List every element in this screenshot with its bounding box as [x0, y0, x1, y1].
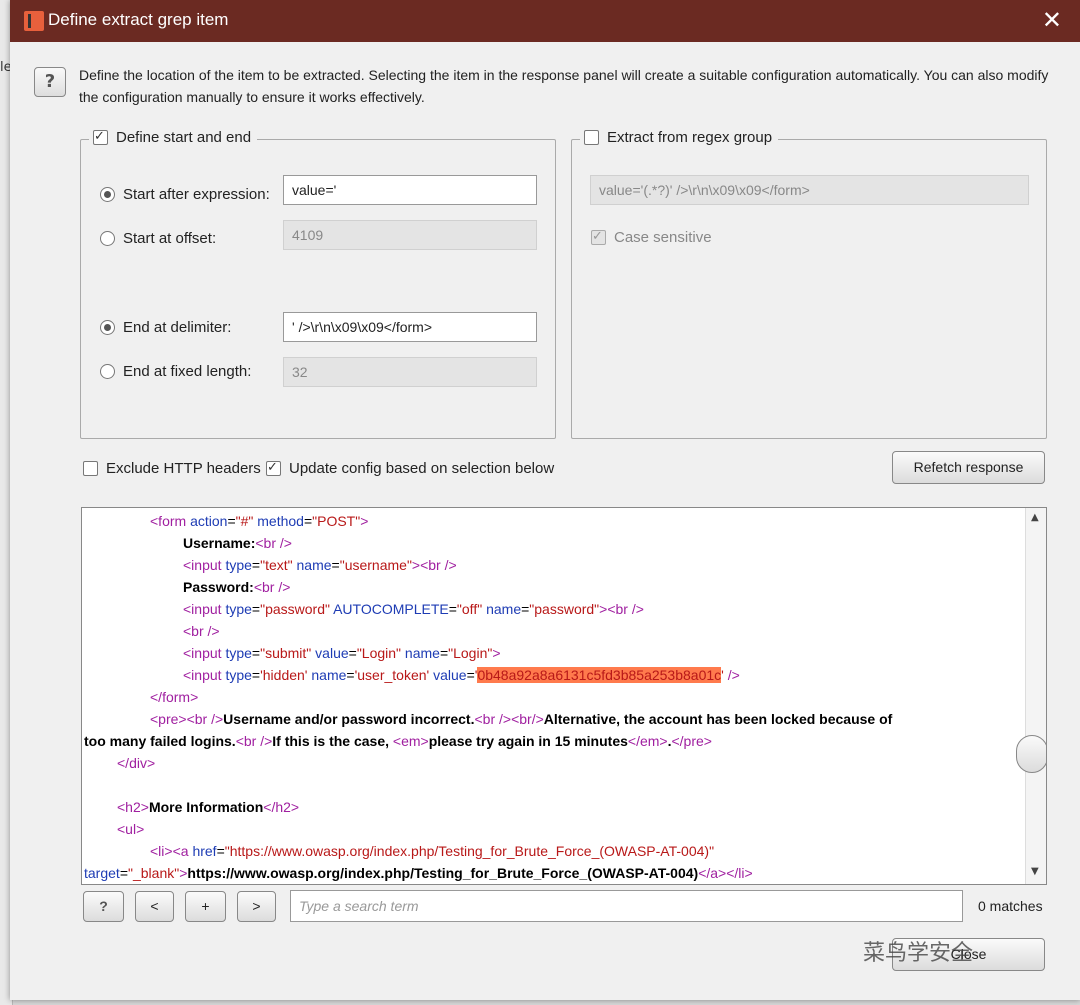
end-delimiter-option[interactable]: End at delimiter:: [100, 319, 231, 336]
start-offset-label: Start at offset:: [123, 230, 217, 247]
response-viewer[interactable]: <form action="#" method="POST"> Username…: [81, 507, 1047, 885]
end-fixed-length-label: End at fixed length:: [123, 363, 252, 380]
start-offset-option[interactable]: Start at offset:: [100, 230, 216, 247]
update-config-option[interactable]: Update config based on selection below: [266, 459, 555, 477]
scroll-down-icon[interactable]: ▼: [1031, 866, 1039, 877]
regex-group-title: Extract from regex group: [580, 129, 779, 146]
refetch-response-button[interactable]: Refetch response: [892, 451, 1045, 484]
intro-text: Define the location of the item to be ex…: [79, 67, 1049, 105]
scrollbar-thumb[interactable]: [1016, 735, 1046, 773]
code-line-link-cont: target="_blank">https://www.owasp.org/in…: [84, 865, 753, 881]
regex-group-checkbox[interactable]: [584, 130, 599, 145]
code-line: <input type="submit" value="Login" name=…: [183, 645, 501, 661]
update-config-checkbox[interactable]: [266, 459, 281, 476]
search-add-button[interactable]: +: [185, 891, 226, 922]
start-offset-radio[interactable]: [100, 231, 115, 246]
end-delimiter-radio[interactable]: [100, 320, 115, 335]
watermark: 菜鸟学安全: [863, 941, 974, 966]
end-fixed-length-option[interactable]: End at fixed length:: [100, 363, 251, 380]
search-input[interactable]: Type a search term: [290, 890, 963, 922]
code-line-heading: <h2>More Information</h2>: [117, 799, 300, 815]
code-line: </div>: [117, 755, 156, 771]
end-fixed-length-radio[interactable]: [100, 364, 115, 379]
title-bar: Define extract grep item ✕: [10, 0, 1080, 42]
code-line-link: <li><a href="https://www.owasp.org/index…: [150, 843, 715, 859]
code-line: <input type="password" AUTOCOMPLETE="off…: [183, 601, 644, 617]
burp-app-icon: [24, 11, 44, 31]
define-start-end-label: Define start and end: [116, 129, 252, 146]
start-after-option[interactable]: Start after expression:: [100, 186, 270, 203]
start-after-radio[interactable]: [100, 187, 115, 202]
search-help-button[interactable]: ?: [83, 891, 124, 922]
code-line-error-cont: too many failed logins.<br />If this is …: [84, 733, 712, 749]
close-icon[interactable]: ✕: [1042, 6, 1062, 34]
code-line-token: <input type='hidden' name='user_token' v…: [183, 667, 740, 683]
selected-token[interactable]: 0b48a92a8a6131c5fd3b85a253b8a01c: [477, 667, 722, 683]
exclude-headers-label: Exclude HTTP headers: [106, 460, 261, 477]
end-delimiter-label: End at delimiter:: [123, 319, 232, 336]
code-line-username: Username:<br />: [183, 535, 292, 551]
code-line: </form>: [150, 689, 199, 705]
scroll-up-icon[interactable]: ▲: [1031, 512, 1039, 523]
start-after-input[interactable]: value=': [283, 175, 537, 205]
case-sensitive-checkbox[interactable]: [591, 228, 606, 245]
end-fixed-length-input[interactable]: 32: [283, 357, 537, 387]
exclude-headers-checkbox[interactable]: [83, 461, 98, 476]
window-title: Define extract grep item: [48, 10, 229, 29]
match-count: 0 matches: [978, 898, 1043, 914]
code-line: <input type="text" name="username"><br /…: [183, 557, 457, 573]
case-sensitive-option[interactable]: Case sensitive: [591, 228, 712, 246]
case-sensitive-label: Case sensitive: [614, 229, 712, 246]
code-line: <br />: [183, 623, 220, 639]
code-line: <form action="#" method="POST">: [150, 513, 369, 529]
code-line: <ul>: [117, 821, 145, 837]
regex-pattern-input[interactable]: value='(.*?)' />\r\n\x09\x09</form>: [590, 175, 1029, 205]
search-next-button[interactable]: >: [237, 891, 276, 922]
extract-grep-dialog: Define extract grep item ✕ ? Define the …: [10, 0, 1080, 1000]
regex-group-label: Extract from regex group: [607, 129, 773, 146]
exclude-headers-option[interactable]: Exclude HTTP headers: [83, 460, 261, 477]
end-delimiter-input[interactable]: ' />\r\n\x09\x09</form>: [283, 312, 537, 342]
start-after-label: Start after expression:: [123, 186, 270, 203]
define-start-end-checkbox[interactable]: [93, 128, 108, 145]
start-end-group-title: Define start and end: [89, 128, 258, 146]
update-config-label: Update config based on selection below: [289, 460, 555, 477]
code-line-error: <pre><br />Username and/or password inco…: [150, 711, 893, 727]
code-line-password: Password:<br />: [183, 579, 291, 595]
search-prev-button[interactable]: <: [135, 891, 174, 922]
help-icon[interactable]: ?: [34, 67, 66, 97]
start-offset-input[interactable]: 4109: [283, 220, 537, 250]
vertical-scrollbar[interactable]: ▲ ▼: [1016, 508, 1046, 884]
